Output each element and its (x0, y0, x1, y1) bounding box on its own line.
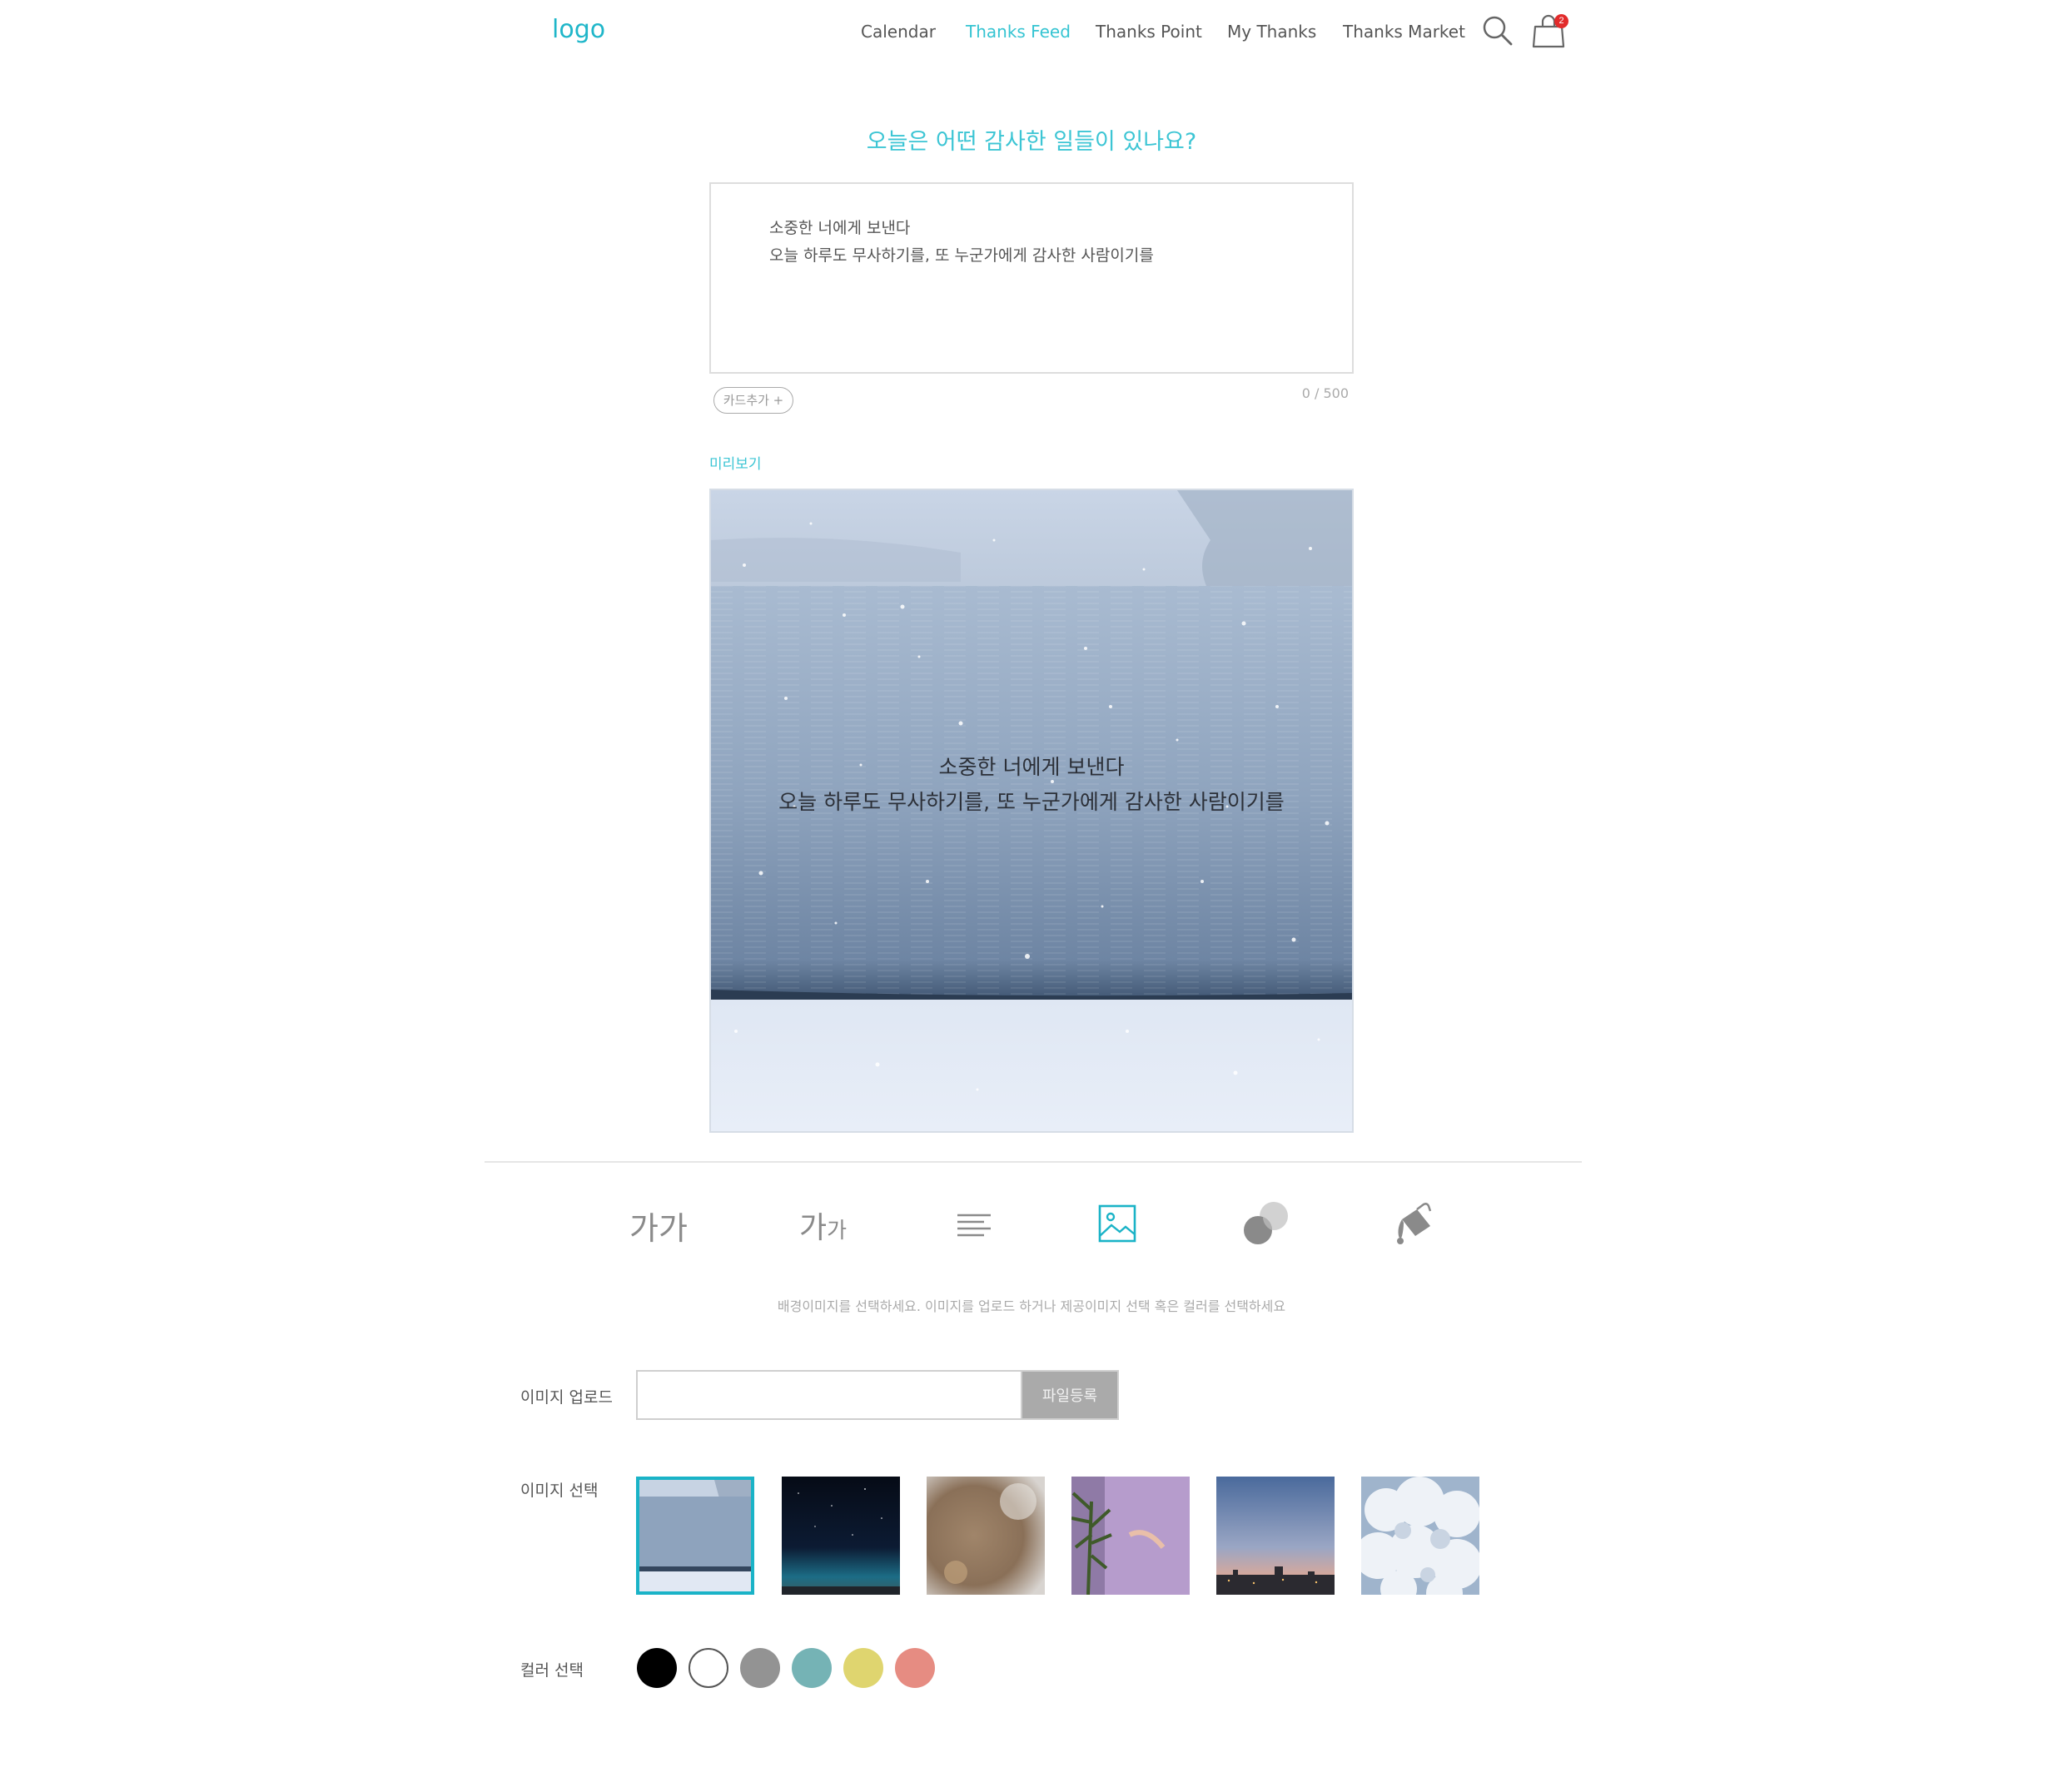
cart-count-badge: 2 (1554, 14, 1568, 28)
search-icon[interactable] (1482, 15, 1514, 47)
page-title: 오늘은 어떤 감사한 일들이 있나요? (866, 129, 1197, 155)
paint-bucket-icon[interactable] (1394, 1203, 1435, 1249)
thumb-palm-lavender-wall[interactable] (1071, 1477, 1190, 1595)
background-hint: 배경이미지를 선택하세요. 이미지를 업로드 하거나 제공이미지 선택 혹은 컬… (777, 1298, 1286, 1314)
text-align-icon[interactable] (956, 1213, 992, 1241)
color-swatch-yellow[interactable] (843, 1648, 883, 1688)
thumb-night-sky[interactable] (782, 1477, 900, 1595)
preview-line-2: 오늘 하루도 무사하기를, 또 누군가에게 감사한 사람이기를 (778, 790, 1285, 814)
opacity-icon[interactable] (1242, 1201, 1290, 1249)
color-swatch-gray[interactable] (740, 1648, 780, 1688)
color-swatch-coral[interactable] (895, 1648, 935, 1688)
nav-calendar[interactable]: Calendar (861, 22, 936, 42)
thumb-snowy-lake[interactable] (636, 1477, 754, 1595)
color-swatch-white[interactable] (688, 1648, 728, 1688)
nav-thanks-point[interactable]: Thanks Point (1096, 22, 1202, 42)
nav-my-thanks[interactable]: My Thanks (1227, 22, 1316, 42)
preview-line-1: 소중한 너에게 보낸다 (938, 755, 1125, 779)
image-select-label: 이미지 선택 (520, 1482, 599, 1500)
thumb-clouds[interactable] (1361, 1477, 1479, 1595)
thumb-dusk-city[interactable] (1216, 1477, 1335, 1595)
nav-thanks-market[interactable]: Thanks Market (1343, 22, 1465, 42)
character-counter: 0 / 500 (1301, 385, 1349, 401)
file-path-input[interactable] (636, 1370, 1022, 1420)
font-size-small-glyph: 가 (827, 1219, 848, 1243)
preview-card: 소중한 너에게 보낸다 오늘 하루도 무사하기를, 또 누군가에게 감사한 사람… (709, 489, 1354, 1133)
font-face-tool[interactable]: 가가 (629, 1203, 688, 1248)
add-card-button[interactable]: 카드추가 + (713, 387, 793, 414)
font-size-tool[interactable]: 가가 (799, 1204, 847, 1247)
color-swatch-teal[interactable] (792, 1648, 832, 1688)
nav-thanks-feed[interactable]: Thanks Feed (966, 22, 1071, 42)
logo[interactable]: logo (552, 15, 605, 44)
font-size-large-glyph: 가 (799, 1211, 828, 1245)
upload-label: 이미지 업로드 (520, 1388, 613, 1407)
color-swatch-black[interactable] (637, 1648, 677, 1688)
thumb-blurred-bokeh[interactable] (927, 1477, 1045, 1595)
preview-label: 미리보기 (709, 456, 762, 473)
message-textarea[interactable]: 소중한 너에게 보낸다 오늘 하루도 무사하기를, 또 누군가에게 감사한 사람… (709, 182, 1354, 374)
color-select-label: 컬러 선택 (520, 1661, 584, 1680)
editor-line-1: 소중한 너에게 보낸다 (769, 219, 911, 237)
editor-line-2: 오늘 하루도 무사하기를, 또 누군가에게 감사한 사람이기를 (769, 246, 1154, 265)
file-register-button[interactable]: 파일등록 (1021, 1370, 1119, 1420)
divider (485, 1161, 1582, 1163)
image-icon[interactable] (1098, 1204, 1136, 1246)
shopping-bag-icon[interactable]: 2 (1532, 12, 1570, 48)
